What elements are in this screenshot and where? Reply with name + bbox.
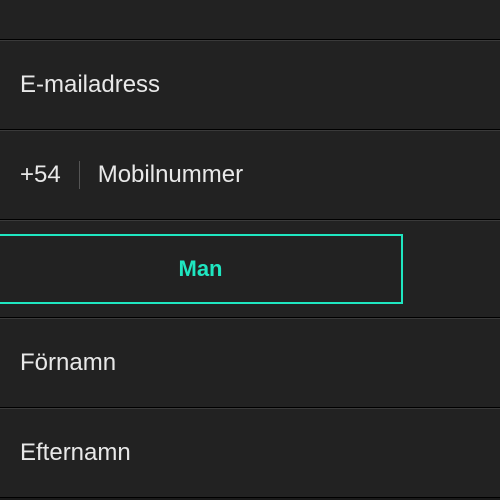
email-input[interactable] — [20, 71, 480, 99]
field-row-gender: Man — [0, 220, 500, 318]
field-row-lastname — [0, 408, 500, 498]
field-row-firstname — [0, 318, 500, 408]
field-row-phone: +54 — [0, 130, 500, 220]
mobile-input[interactable] — [98, 161, 480, 189]
field-row-hidden-top — [0, 0, 500, 40]
field-row-email — [0, 40, 500, 130]
registration-form: +54 Man — [0, 0, 500, 498]
hidden-top-input[interactable] — [20, 0, 480, 9]
lastname-input[interactable] — [20, 439, 480, 467]
gender-option-male[interactable]: Man — [0, 234, 403, 304]
firstname-input[interactable] — [20, 349, 480, 377]
country-code-selector[interactable]: +54 — [20, 161, 80, 189]
